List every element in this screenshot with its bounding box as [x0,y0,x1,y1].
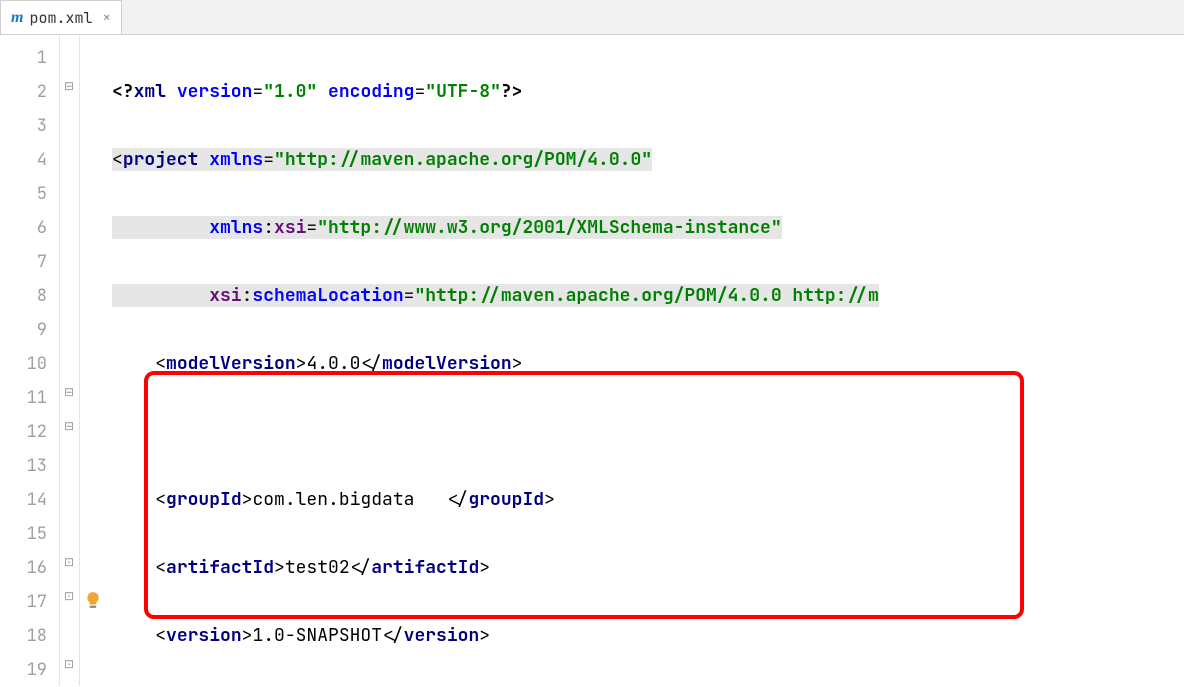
code-line [108,415,1184,449]
line-number: 3 [0,109,47,143]
line-number: 8 [0,279,47,313]
code-line: <modelVersion>4.0.0</modelVersion> [108,347,1184,381]
code-line: <artifactId>test02</artifactId> [108,551,1184,585]
line-number: 10 [0,347,47,381]
fold-column: ⊟ ⊟ ⊟ ⊡ ⊡ ⊡ [60,35,80,686]
fold-close-icon[interactable]: ⊡ [62,657,76,671]
line-number: 6 [0,211,47,245]
code-line: <version>1.0-SNAPSHOT</version> [108,619,1184,653]
line-number: 12 [0,415,47,449]
line-number: 16 [0,551,47,585]
code-line: <?xml version="1.0" encoding="UTF-8"?> [108,75,1184,109]
editor: 1 2 3 4 5 6 7 8 9 10 11 12 13 14 15 16 1… [0,35,1184,686]
line-number: 17 [0,585,47,619]
line-number: 2 [0,75,47,109]
tab-bar: m pom.xml × [0,0,1184,35]
line-number: 9 [0,313,47,347]
line-number: 13 [0,449,47,483]
line-number: 18 [0,619,47,653]
maven-icon: m [11,9,23,27]
lightbulb-icon[interactable] [84,591,102,609]
code-line: <groupId>com.len.bigdata </groupId> [108,483,1184,517]
editor-tab[interactable]: m pom.xml × [0,0,122,34]
fold-open-icon[interactable]: ⊟ [62,419,76,433]
code-line: xsi:schemaLocation="http://maven.apache.… [108,279,1184,313]
close-icon[interactable]: × [102,9,110,27]
tab-filename: pom.xml [29,8,92,28]
fold-close-icon[interactable]: ⊡ [62,555,76,569]
code-line: xmlns:xsi="http://www.w3.org/2001/XMLSch… [108,211,1184,245]
line-number: 7 [0,245,47,279]
line-number: 1 [0,41,47,75]
fold-open-icon[interactable]: ⊟ [62,385,76,399]
line-number: 5 [0,177,47,211]
line-number: 15 [0,517,47,551]
fold-close-icon[interactable]: ⊡ [62,589,76,603]
line-number: 19 [0,653,47,687]
code-area[interactable]: <?xml version="1.0" encoding="UTF-8"?> <… [108,35,1184,686]
code-line: <project xmlns="http://maven.apache.org/… [108,143,1184,177]
line-number: 11 [0,381,47,415]
line-gutter[interactable]: 1 2 3 4 5 6 7 8 9 10 11 12 13 14 15 16 1… [0,35,60,686]
fold-open-icon[interactable]: ⊟ [62,79,76,93]
line-number: 14 [0,483,47,517]
line-number: 4 [0,143,47,177]
icon-column [80,35,108,686]
